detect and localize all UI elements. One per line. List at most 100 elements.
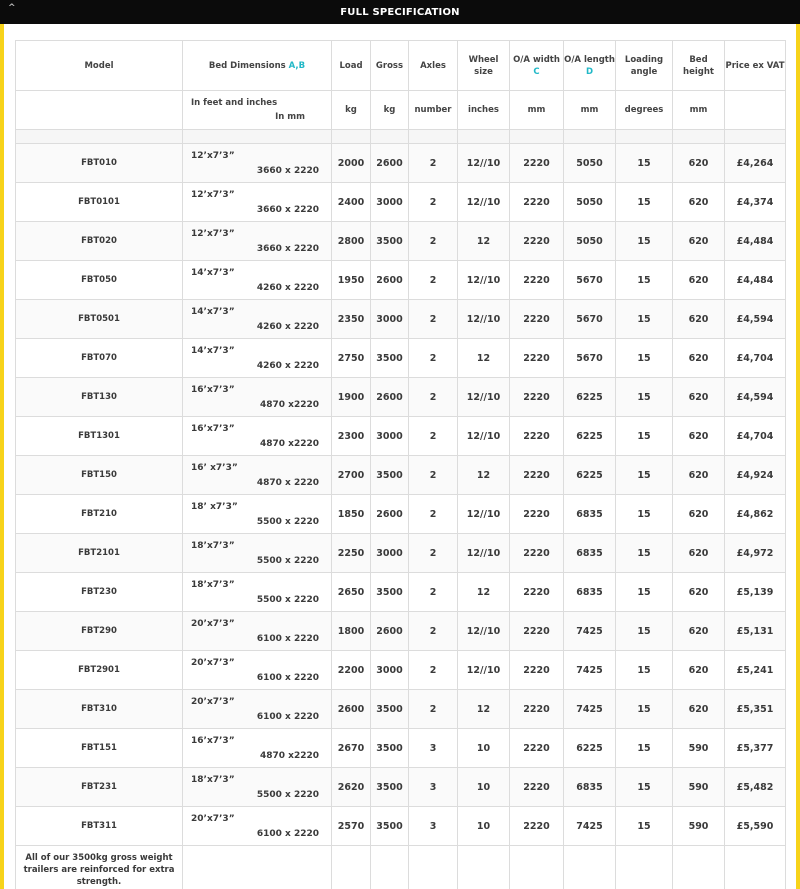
cell-wheel: 12//10: [457, 299, 510, 339]
dims-mm: 3660 x 2220: [256, 244, 319, 254]
cell-length: 7425: [563, 650, 616, 690]
dims-mm: 6100 x 2220: [256, 829, 319, 839]
cell-wheel: 12//10: [457, 533, 510, 573]
dims-mm: 4260 x 2220: [256, 283, 319, 293]
cell-load: 2350: [331, 299, 371, 339]
cell-bed-dimensions: 14’x7’3” 4260 x 2220: [182, 299, 332, 339]
cell-model: FBT2101: [15, 533, 183, 573]
cell-load: 2800: [331, 221, 371, 261]
dims-mm: 4260 x 2220: [256, 322, 319, 332]
cell-wheel: 12//10: [457, 611, 510, 651]
col-header-load: Load: [331, 40, 371, 91]
dims-mm: 6100 x 2220: [256, 712, 319, 722]
cell-gross: 3500: [370, 806, 409, 846]
cell-angle: 15: [615, 806, 673, 846]
cell-bed-dimensions: 14’x7’3” 4260 x 2220: [182, 338, 332, 378]
table-row: FBT210 18’ x7’3” 5500 x 2220 1850 2600 2 12//1…: [15, 494, 786, 534]
dims-feet: 12’x7’3”: [191, 190, 235, 200]
cell-price: £4,594: [724, 299, 786, 339]
cell-wheel: 10: [457, 767, 510, 807]
cell-height: 620: [672, 416, 725, 456]
cell-length: 6835: [563, 494, 616, 534]
cell-load: 1850: [331, 494, 371, 534]
cell-price: £4,484: [724, 260, 786, 300]
cell-width: 2220: [509, 494, 564, 534]
cell-length: 5670: [563, 260, 616, 300]
cell-model: FBT130: [15, 377, 183, 417]
col-header-gross: Gross: [370, 40, 409, 91]
cell-model: FBT311: [15, 806, 183, 846]
cell-price: £4,862: [724, 494, 786, 534]
cell-axles: 2: [408, 338, 458, 378]
cell-height: 620: [672, 260, 725, 300]
cell-width: 2220: [509, 182, 564, 222]
dims-feet: 16’ x7’3”: [191, 463, 238, 473]
header-row: Model Bed Dimensions A,B Load Gross Axle…: [15, 40, 786, 91]
cell-axles: 3: [408, 806, 458, 846]
cell-angle: 15: [615, 572, 673, 612]
dims-feet: 14’x7’3”: [191, 307, 235, 317]
cell-wheel: 12//10: [457, 143, 510, 183]
cell-bed-dimensions: 12’x7’3” 3660 x 2220: [182, 221, 332, 261]
cell-load: 2300: [331, 416, 371, 456]
cell-length: 7425: [563, 806, 616, 846]
cell-wheel: 12: [457, 689, 510, 729]
cell-gross: 2600: [370, 260, 409, 300]
dims-feet: 16’x7’3”: [191, 424, 235, 434]
cell-load: 1800: [331, 611, 371, 651]
units-row: In feet and inches In mm kg kg number in…: [15, 90, 786, 130]
cell-width: 2220: [509, 806, 564, 846]
cell-price: £5,482: [724, 767, 786, 807]
cell-length: 6835: [563, 533, 616, 573]
cell-model: FBT150: [15, 455, 183, 495]
cell-width: 2220: [509, 533, 564, 573]
table-row: FBT290 20’x7’3” 6100 x 2220 1800 2600 2 12//10…: [15, 611, 786, 651]
cell-bed-dimensions: 12’x7’3” 3660 x 2220: [182, 143, 332, 183]
cell-gross: 3000: [370, 650, 409, 690]
cell-axles: 2: [408, 221, 458, 261]
cell-height: 620: [672, 377, 725, 417]
col-header-wheel-size: Wheel size: [457, 40, 510, 91]
cell-load: 1950: [331, 260, 371, 300]
cell-bed-dimensions: 20’x7’3” 6100 x 2220: [182, 611, 332, 651]
cell-model: FBT1301: [15, 416, 183, 456]
collapse-caret-icon[interactable]: ^: [8, 3, 16, 13]
cell-price: £4,484: [724, 221, 786, 261]
cell-bed-dimensions: 18’x7’3” 5500 x 2220: [182, 572, 332, 612]
cell-price: £4,264: [724, 143, 786, 183]
table-row: FBT150 16’ x7’3” 4870 x 2220 2700 3500 2 12 222…: [15, 455, 786, 495]
cell-price: £5,131: [724, 611, 786, 651]
cell-wheel: 12//10: [457, 416, 510, 456]
dims-feet: 14’x7’3”: [191, 268, 235, 278]
cell-gross: 2600: [370, 494, 409, 534]
cell-axles: 2: [408, 689, 458, 729]
cell-model: FBT231: [15, 767, 183, 807]
cell-angle: 15: [615, 494, 673, 534]
dims-mm: 3660 x 2220: [256, 205, 319, 215]
cell-axles: 2: [408, 143, 458, 183]
cell-gross: 2600: [370, 143, 409, 183]
cell-price: £4,704: [724, 416, 786, 456]
cell-model: FBT050: [15, 260, 183, 300]
cell-angle: 15: [615, 650, 673, 690]
table-row: FBT130 16’x7’3” 4870 x2220 1900 2600 2 12//10 2…: [15, 377, 786, 417]
cell-gross: 3000: [370, 182, 409, 222]
table-row: FBT2901 20’x7’3” 6100 x 2220 2200 3000 2 12//1…: [15, 650, 786, 690]
cell-load: 2600: [331, 689, 371, 729]
cell-axles: 3: [408, 767, 458, 807]
cell-height: 620: [672, 338, 725, 378]
dims-feet: 18’x7’3”: [191, 541, 235, 551]
cell-bed-dimensions: 16’x7’3” 4870 x2220: [182, 728, 332, 768]
cell-angle: 15: [615, 143, 673, 183]
col-header-axles: Axles: [408, 40, 458, 91]
cell-length: 6225: [563, 416, 616, 456]
section-header[interactable]: ^ FULL SPECIFICATION: [0, 0, 800, 24]
cell-model: FBT290: [15, 611, 183, 651]
cell-length: 5050: [563, 221, 616, 261]
cell-price: £4,594: [724, 377, 786, 417]
table-row: FBT0501 14’x7’3” 4260 x 2220 2350 3000 2 12//1…: [15, 299, 786, 339]
cell-wheel: 12: [457, 455, 510, 495]
cell-bed-dimensions: 14’x7’3” 4260 x 2220: [182, 260, 332, 300]
cell-width: 2220: [509, 767, 564, 807]
table-row: FBT231 18’x7’3” 5500 x 2220 2620 3500 3 10 2220…: [15, 767, 786, 807]
